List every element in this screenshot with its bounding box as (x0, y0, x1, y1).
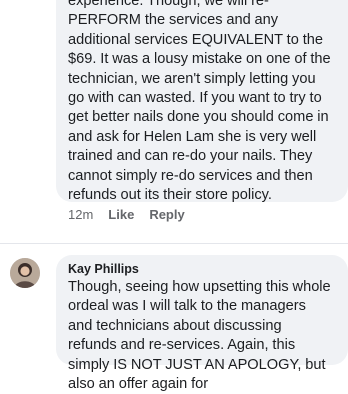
comment-text: Though, seeing how upsetting this whole … (68, 279, 331, 393)
comment-author[interactable]: Kay Phillips (68, 261, 334, 277)
comment-text: experience. Though, we will re-PERFORM t… (68, 0, 331, 204)
comment-timestamp: 12m (68, 207, 94, 222)
comment-bubble: Kay Phillips Though, seeing how upsettin… (56, 255, 348, 392)
divider (0, 243, 348, 244)
person-avatar-icon[interactable] (10, 258, 40, 288)
like-button[interactable]: Like (108, 207, 134, 222)
reply-button[interactable]: Reply (149, 207, 184, 222)
comment-actions: 12m Like Reply (68, 207, 185, 222)
comment-bubble: experience. Though, we will re-PERFORM t… (56, 0, 348, 204)
